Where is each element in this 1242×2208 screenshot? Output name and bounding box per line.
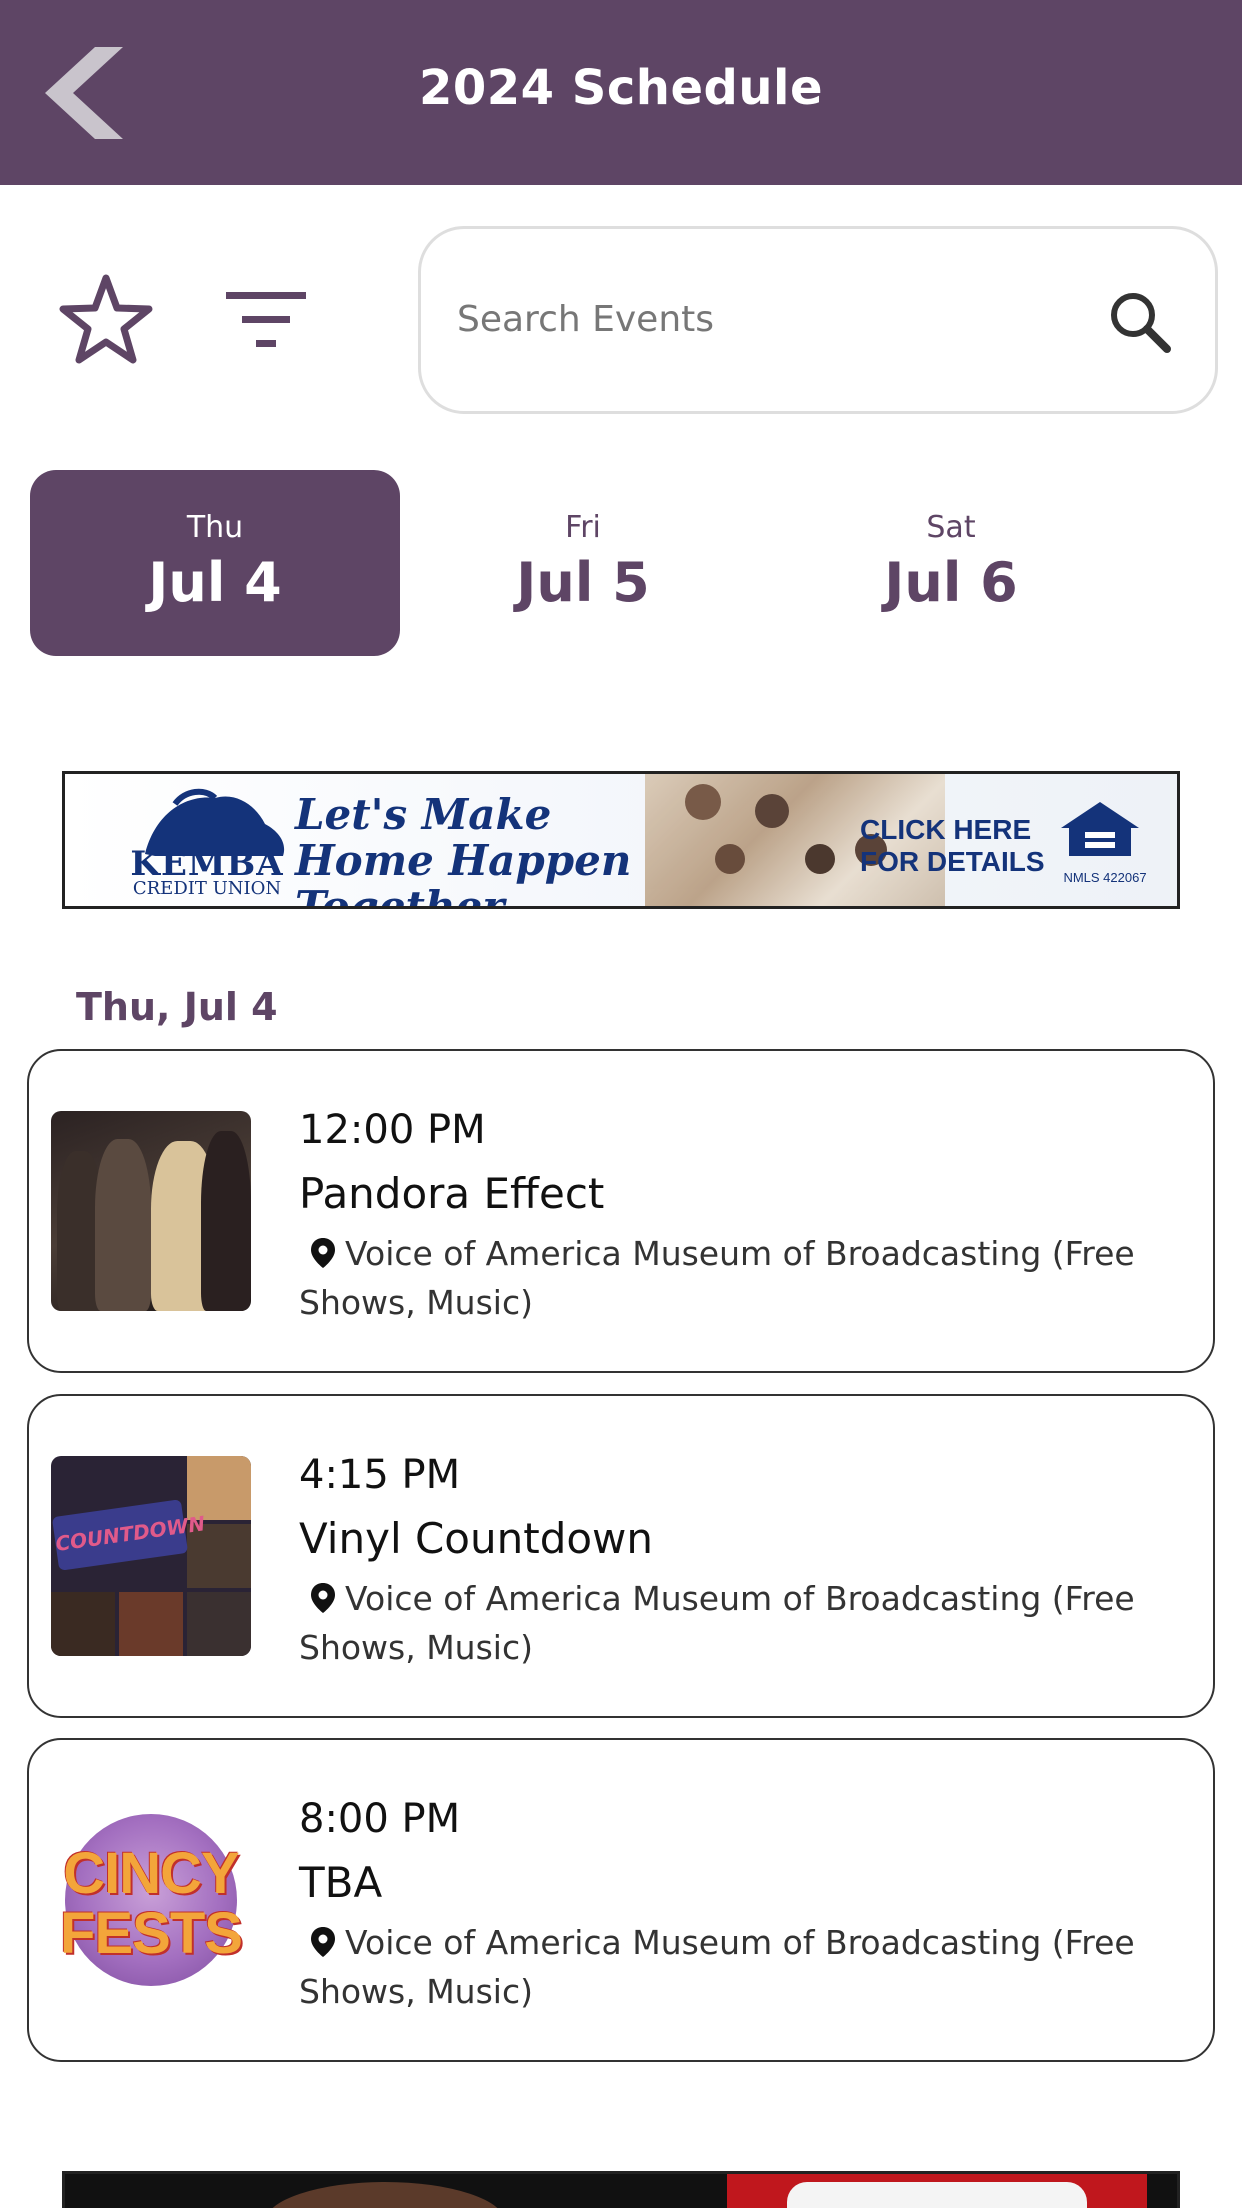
event-title: Vinyl Countdown <box>299 1514 654 1563</box>
event-thumbnail: COUNTDOWN <box>51 1456 251 1656</box>
event-thumbnail: CINCY FESTS <box>51 1800 251 2000</box>
filter-lines-icon <box>226 292 306 347</box>
star-outline-icon <box>59 274 153 364</box>
event-time: 4:15 PM <box>299 1452 461 1498</box>
event-card[interactable]: CINCY FESTS 8:00 PM TBA Voice of America… <box>27 1738 1215 2062</box>
day-tab-dow: Sat <box>926 510 976 545</box>
equal-housing-icon <box>1061 802 1139 856</box>
event-title: Pandora Effect <box>299 1169 605 1218</box>
filter-button[interactable] <box>218 282 314 362</box>
ad-nmls: NMLS 422067 <box>1063 870 1147 885</box>
ad-banner-bottom[interactable] <box>62 2171 1180 2208</box>
search-box[interactable] <box>418 226 1218 414</box>
event-location-text: Voice of America Museum of Broadcasting … <box>299 1923 1135 2011</box>
location-pin-icon <box>311 1238 335 1268</box>
event-location: Voice of America Museum of Broadcasting … <box>299 1229 1179 1327</box>
day-tab-date: Jul 6 <box>884 551 1018 614</box>
event-card[interactable]: COUNTDOWN 4:15 PM Vinyl Countdown Voice … <box>27 1394 1215 1718</box>
cincy-logo-line1: CINCY <box>63 1841 239 1906</box>
event-location-text: Voice of America Museum of Broadcasting … <box>299 1579 1135 1667</box>
location-pin-icon <box>311 1927 335 1957</box>
app-header: 2024 Schedule <box>0 0 1242 185</box>
day-tab-fri[interactable]: Fri Jul 5 <box>398 470 768 656</box>
search-icon[interactable] <box>1107 289 1173 355</box>
day-tab-thu[interactable]: Thu Jul 4 <box>30 470 400 656</box>
event-time: 8:00 PM <box>299 1796 461 1842</box>
day-tab-date: Jul 5 <box>516 551 650 614</box>
event-title: TBA <box>299 1858 383 1907</box>
location-pin-icon <box>311 1583 335 1613</box>
day-tab-dow: Fri <box>565 510 601 545</box>
ad-brand-sub: CREDIT UNION <box>132 878 282 899</box>
cincy-logo-line2: FESTS <box>60 1901 243 1966</box>
day-tab-sat[interactable]: Sat Jul 6 <box>766 470 1136 656</box>
event-location-text: Voice of America Museum of Broadcasting … <box>299 1234 1135 1322</box>
day-tab-date: Jul 4 <box>148 551 282 614</box>
vinyl-countdown-logo: COUNTDOWN <box>51 1499 207 1571</box>
event-card[interactable]: 12:00 PM Pandora Effect Voice of America… <box>27 1049 1215 1373</box>
event-location: Voice of America Museum of Broadcasting … <box>299 1574 1179 1672</box>
event-time: 12:00 PM <box>299 1107 486 1153</box>
event-thumbnail <box>51 1111 251 1311</box>
section-date-heading: Thu, Jul 4 <box>76 985 278 1029</box>
ad-cta: CLICK HERE FOR DETAILS <box>860 814 1045 877</box>
day-tab-dow: Thu <box>186 510 244 545</box>
favorites-button[interactable] <box>58 272 154 368</box>
ad-tagline: Let's Make Home Happen Together <box>295 790 632 909</box>
search-input[interactable] <box>457 279 1077 359</box>
event-location: Voice of America Museum of Broadcasting … <box>299 1918 1179 2016</box>
ad-banner-kemba[interactable]: KEMBA CREDIT UNION Let's Make Home Happe… <box>62 771 1180 909</box>
page-title: 2024 Schedule <box>418 60 824 116</box>
